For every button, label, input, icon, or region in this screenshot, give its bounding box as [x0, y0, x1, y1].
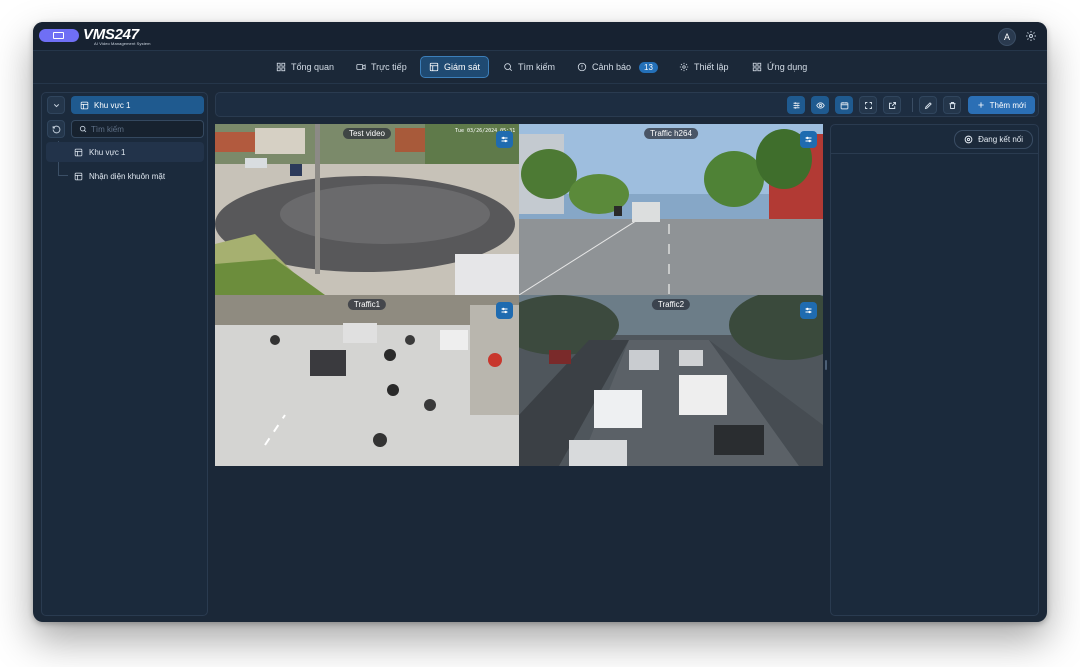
- camera-tile[interactable]: Test video Tue 03/26/2024 05:31: [215, 124, 519, 295]
- nav-label: Cảnh báo: [592, 62, 632, 72]
- chevron-down-icon: [53, 103, 59, 107]
- app-logo-subtitle: AI Video Management System: [94, 41, 151, 46]
- nav-giam-sat[interactable]: Giám sát: [420, 56, 490, 78]
- tree-item-label: Nhận diện khuôn mặt: [89, 171, 166, 181]
- camera-tile[interactable]: Traffic h264: [519, 124, 823, 295]
- nav-ung-dung[interactable]: Ứng dụng: [744, 56, 815, 78]
- nav-tong-quan[interactable]: Tổng quan: [268, 56, 342, 78]
- fullscreen-button[interactable]: [859, 96, 877, 114]
- camera-feed-image: [519, 295, 823, 466]
- search-icon: [504, 63, 513, 72]
- sliders-icon: [793, 101, 799, 109]
- tree-search: [71, 120, 204, 138]
- target-icon: [964, 135, 973, 144]
- camera-caption: Traffic1: [347, 299, 387, 310]
- refresh-button[interactable]: [47, 120, 65, 138]
- tv-icon: [53, 32, 64, 39]
- nav-label: Giám sát: [444, 62, 481, 72]
- tree-search-input[interactable]: [91, 124, 201, 134]
- camera-feed-image: [215, 124, 519, 295]
- tree-item-nhan-dien[interactable]: Nhận diện khuôn mặt: [46, 166, 204, 186]
- nav-label: Trực tiếp: [371, 62, 407, 72]
- event-panel: Đang kết nối: [830, 124, 1039, 616]
- apps-icon: [752, 62, 762, 72]
- main-nav: Tổng quan Trực tiếp Giám sát Tìm kiếm Cả…: [33, 51, 1047, 84]
- camera-feed-image: [519, 124, 823, 295]
- view-button[interactable]: [811, 96, 829, 114]
- sliders-icon: [805, 136, 812, 143]
- sliders-icon: [805, 307, 812, 314]
- add-new-button[interactable]: Thêm mới: [967, 96, 1035, 114]
- nav-label: Ứng dụng: [767, 62, 808, 72]
- connection-status-label: Đang kết nối: [978, 135, 1023, 144]
- nav-label: Tổng quan: [291, 62, 335, 72]
- layout-icon: [429, 62, 439, 72]
- app-window: VMS247 AI Video Management System A Tổng…: [33, 22, 1047, 622]
- calendar-icon: [840, 101, 848, 109]
- nav-truc-tiep[interactable]: Trực tiếp: [348, 56, 415, 78]
- toolbar-divider: [912, 98, 913, 112]
- area-select-label: Khu vực 1: [94, 100, 131, 110]
- delete-button[interactable]: [943, 96, 961, 114]
- sliders-icon: [501, 307, 508, 314]
- nav-thiet-lap[interactable]: Thiết lập: [671, 56, 737, 78]
- eye-icon: [815, 101, 825, 109]
- logo-badge[interactable]: [39, 29, 79, 42]
- camera-caption: Test video: [342, 128, 392, 139]
- area-select[interactable]: Khu vực 1: [71, 96, 204, 114]
- camera-settings-button[interactable]: [800, 302, 817, 319]
- connection-status-button[interactable]: Đang kết nối: [954, 130, 1033, 149]
- fullscreen-icon: [864, 101, 872, 109]
- settings-gear-icon[interactable]: [1025, 30, 1037, 42]
- alert-icon: [577, 62, 587, 72]
- trash-icon: [949, 101, 955, 109]
- nav-canh-bao[interactable]: Cảnh báo 13: [569, 56, 666, 78]
- search-icon: [79, 125, 87, 133]
- camera-settings-button[interactable]: [496, 302, 513, 319]
- grid-icon: [276, 62, 286, 72]
- gear-icon: [679, 62, 689, 72]
- nav-label: Tìm kiếm: [518, 62, 555, 72]
- calendar-button[interactable]: [835, 96, 853, 114]
- resize-handle[interactable]: [825, 360, 827, 370]
- tree-item-label: Khu vực 1: [89, 147, 126, 157]
- alert-count-badge: 13: [639, 61, 658, 73]
- layout-icon: [74, 172, 83, 180]
- view-toolbar: Thêm mới: [215, 92, 1039, 117]
- collapse-button[interactable]: [47, 96, 65, 114]
- open-external-button[interactable]: [883, 96, 901, 114]
- camera-feed-image: [215, 295, 519, 466]
- layout-options-button[interactable]: [787, 96, 805, 114]
- camera-tile[interactable]: Traffic1: [215, 295, 519, 466]
- area-tree-panel: Khu vực 1 Khu vực 1 Nhận diện khuôn mặt: [41, 92, 208, 616]
- sliders-icon: [501, 136, 508, 143]
- nav-tim-kiem[interactable]: Tìm kiếm: [495, 56, 563, 78]
- camera-settings-button[interactable]: [496, 131, 513, 148]
- external-link-icon: [888, 101, 896, 109]
- camera-caption: Traffic2: [651, 299, 691, 310]
- video-camera-icon: [356, 64, 366, 70]
- user-avatar[interactable]: A: [998, 28, 1016, 46]
- pencil-icon: [924, 101, 932, 109]
- camera-settings-button[interactable]: [800, 131, 817, 148]
- camera-caption: Traffic h264: [644, 128, 698, 139]
- tree-item-khu-vuc-1[interactable]: Khu vực 1: [46, 142, 204, 162]
- refresh-icon: [52, 125, 60, 133]
- event-panel-header: Đang kết nối: [831, 125, 1038, 154]
- nav-label: Thiết lập: [694, 62, 729, 72]
- layout-icon: [74, 148, 83, 156]
- camera-grid: Test video Tue 03/26/2024 05:31 Traffic …: [215, 124, 823, 466]
- camera-tile[interactable]: Traffic2: [519, 295, 823, 466]
- top-bar: VMS247 AI Video Management System A: [33, 22, 1047, 51]
- plus-icon: [977, 102, 984, 108]
- add-new-label: Thêm mới: [989, 100, 1026, 110]
- edit-button[interactable]: [919, 96, 937, 114]
- layout-icon: [80, 101, 89, 109]
